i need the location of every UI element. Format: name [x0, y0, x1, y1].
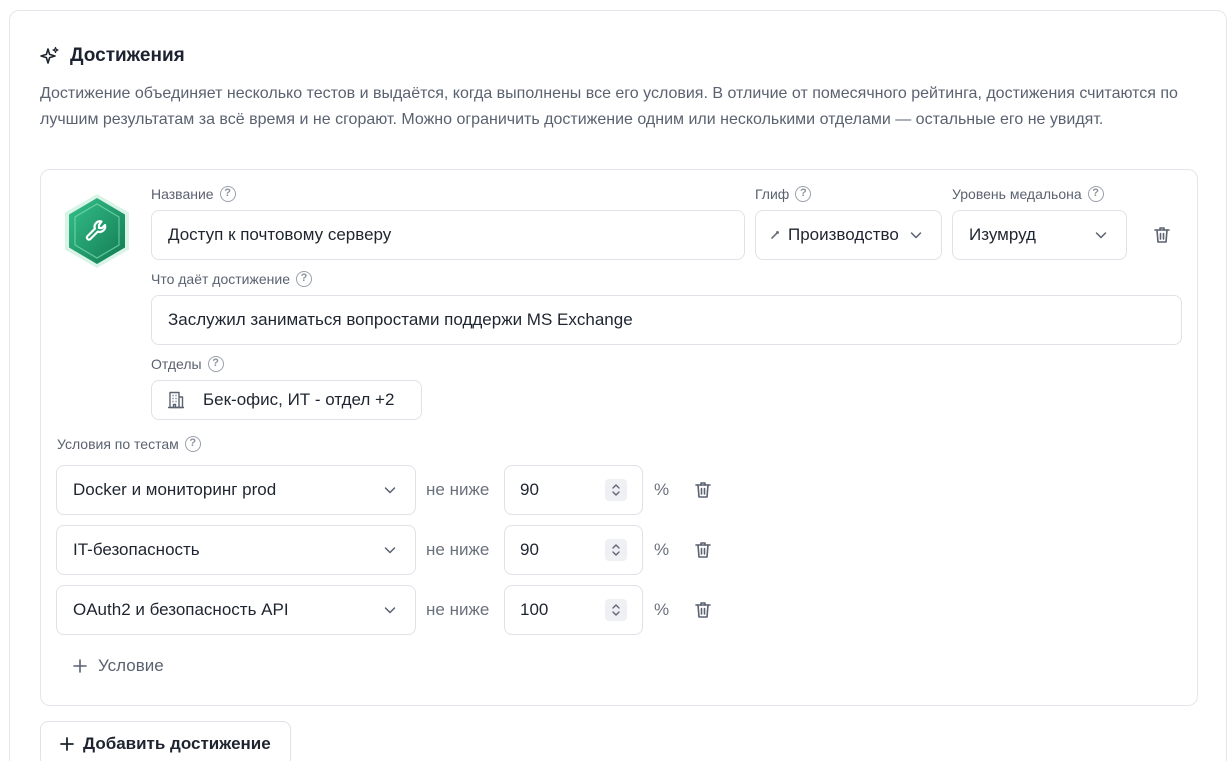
conditions-label: Условия по тестам ?: [57, 436, 201, 452]
glyph-label: Глиф ?: [755, 186, 812, 202]
add-achievement-button[interactable]: Добавить достижение: [40, 721, 291, 761]
chevron-down-icon: [910, 232, 922, 239]
help-icon[interactable]: ?: [795, 186, 812, 202]
chevron-down-icon: [384, 547, 396, 554]
stepper-icon[interactable]: [605, 539, 627, 561]
chevron-down-icon: [384, 607, 396, 614]
condition-test-select[interactable]: Docker и мониторинг prod: [56, 465, 416, 515]
delete-condition-icon[interactable]: [693, 540, 713, 560]
departments-button[interactable]: Бек-офис, ИТ - отдел +2: [151, 380, 422, 420]
help-icon[interactable]: ?: [219, 186, 236, 202]
pick-glyph-icon: [771, 231, 779, 239]
plus-icon: [60, 737, 74, 751]
medal-level-select[interactable]: Изумруд: [952, 210, 1127, 260]
help-icon[interactable]: ?: [207, 356, 224, 372]
building-icon: [168, 391, 184, 409]
chevron-down-icon: [1095, 232, 1107, 239]
condition-threshold-input[interactable]: 100: [504, 585, 643, 635]
medal-badge: [65, 194, 129, 268]
plus-icon: [73, 659, 87, 673]
departments-label: Отделы ?: [151, 356, 224, 372]
condition-threshold-input[interactable]: 90: [504, 525, 643, 575]
name-label: Название ?: [151, 186, 236, 202]
help-icon[interactable]: ?: [295, 271, 312, 287]
delete-condition-icon[interactable]: [693, 600, 713, 620]
condition-unit: %: [654, 540, 670, 559]
sparkles-icon: [40, 46, 60, 66]
grants-label: Что даёт достижение ?: [151, 271, 312, 287]
name-input[interactable]: Доступ к почтовому серверу: [151, 210, 745, 260]
condition-test-select[interactable]: OAuth2 и безопасность API: [56, 585, 416, 635]
chevron-down-icon: [384, 487, 396, 494]
medal-level-label: Уровень медальона ?: [952, 186, 1104, 202]
help-icon[interactable]: ?: [1087, 186, 1104, 202]
stepper-icon[interactable]: [605, 599, 627, 621]
condition-operator: не ниже: [426, 480, 490, 499]
condition-operator: не ниже: [426, 540, 490, 559]
grants-input[interactable]: Заслужил заниматься вопростами поддержи …: [151, 295, 1182, 345]
condition-unit: %: [654, 600, 670, 619]
section-title: Достижения: [70, 45, 185, 66]
condition-operator: не ниже: [426, 600, 490, 619]
section-description: Достижение объединяет несколько тестов и…: [40, 85, 1178, 128]
condition-unit: %: [654, 480, 670, 499]
delete-condition-icon[interactable]: [693, 480, 713, 500]
condition-test-select[interactable]: IT-безопасность: [56, 525, 416, 575]
condition-threshold-input[interactable]: 90: [504, 465, 643, 515]
stepper-icon[interactable]: [605, 479, 627, 501]
glyph-select[interactable]: Производство: [755, 210, 942, 260]
delete-achievement-icon[interactable]: [1152, 225, 1172, 245]
help-icon[interactable]: ?: [184, 436, 201, 452]
section-header: Достижения: [40, 45, 185, 67]
add-condition-button[interactable]: Условие: [72, 656, 164, 676]
